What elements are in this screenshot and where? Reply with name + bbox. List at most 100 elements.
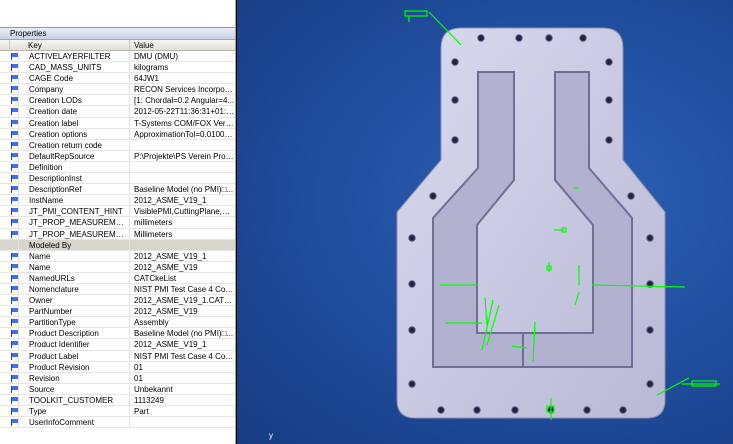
- property-row[interactable]: Company RECON Services Incorporated: [0, 84, 235, 96]
- property-row[interactable]: Name 2012_ASME_V19_1: [0, 250, 235, 262]
- property-value: NIST PMI Test Case 4 Comp...: [134, 284, 235, 294]
- property-row[interactable]: DefaultRepSource P:\Projekte\PS Verein Pr…: [0, 150, 235, 162]
- property-row[interactable]: JT_PROP_MEASUREMENT_... Millimeters: [0, 228, 235, 240]
- property-row[interactable]: Product Description Baseline Model (no PM…: [0, 328, 235, 340]
- property-flag-icon: [0, 417, 19, 428]
- property-key: CAD_MASS_UNITS: [19, 62, 130, 73]
- property-flag-icon: [0, 217, 19, 228]
- property-key: JT_PROP_MEASUREMENT_...: [19, 217, 130, 228]
- property-row[interactable]: Product Label NIST PMI Test Case 4 Comp..…: [0, 350, 235, 362]
- property-value: P:\Projekte\PS Verein Proje...: [134, 151, 235, 161]
- property-value: T-Systems COM/FOX Versio...: [134, 118, 235, 128]
- property-flag-icon: [0, 95, 19, 106]
- property-row[interactable]: Product Revision 01: [0, 361, 235, 373]
- property-row[interactable]: Creation options ApproximationTol=0.01000…: [0, 128, 235, 140]
- property-row[interactable]: ACTIVELAYERFILTER DMU (DMU): [0, 51, 235, 63]
- property-value: ApproximationTol=0.01000...: [134, 129, 235, 139]
- property-row[interactable]: InstName 2012_ASME_V19_1: [0, 195, 235, 207]
- property-flag-icon: [0, 394, 19, 405]
- property-flag-icon: [0, 161, 19, 173]
- property-value: Baseline Model (no PMI)□...: [134, 329, 234, 339]
- icon-column-header: [0, 40, 10, 50]
- property-value: 2012_ASME_V19: [134, 307, 198, 317]
- property-row[interactable]: Creation return code: [0, 139, 235, 151]
- property-value: 2012_ASME_V19: [134, 262, 198, 272]
- property-key: Creation LODs: [19, 95, 130, 106]
- property-value: [130, 162, 235, 172]
- property-flag-icon: [0, 51, 19, 62]
- property-value: Part: [134, 407, 149, 416]
- property-row[interactable]: CAD_MASS_UNITS kilograms: [0, 62, 235, 74]
- panel-title: Properties: [0, 28, 235, 40]
- property-rows: ACTIVELAYERFILTER DMU (DMU) CAD_MASS_UNITS…: [0, 51, 235, 429]
- property-row[interactable]: Name 2012_ASME_V19: [0, 261, 235, 273]
- bolt-hole: [515, 34, 523, 42]
- bolt-hole: [451, 96, 459, 104]
- key-column-header[interactable]: Key: [10, 40, 130, 50]
- bolt-hole: [477, 34, 485, 42]
- property-key: Product Label: [19, 350, 130, 361]
- property-group-row[interactable]: Modeled By: [0, 239, 235, 251]
- property-value: DMU (DMU): [134, 52, 178, 61]
- property-key: Product Description: [19, 328, 130, 339]
- property-flag-icon: [0, 372, 19, 383]
- property-key: DescriptionRef: [19, 184, 130, 195]
- value-column-header[interactable]: Value: [130, 40, 235, 50]
- bolt-hole: [545, 34, 553, 42]
- property-flag-icon: [0, 350, 19, 361]
- bolt-hole: [605, 96, 613, 104]
- property-row[interactable]: Owner 2012_ASME_V19_1.CATPart: [0, 295, 235, 307]
- property-row[interactable]: Nomenclature NIST PMI Test Case 4 Comp...: [0, 283, 235, 296]
- property-flag-icon: [0, 150, 19, 161]
- property-key: PartitionType: [19, 317, 130, 328]
- property-flag-icon: [0, 295, 19, 306]
- property-row[interactable]: Type Part: [0, 406, 235, 418]
- property-value: 64JW1: [134, 74, 159, 84]
- property-key: JT_PROP_MEASUREMENT_...: [19, 228, 130, 239]
- property-row[interactable]: DescriptionRef Baseline Model (no PMI)□..…: [0, 184, 235, 196]
- property-row[interactable]: Creation label T-Systems COM/FOX Versio..…: [0, 117, 235, 129]
- property-row[interactable]: JT_PMI_CONTENT_HINT VisiblePMI,CuttingPla…: [0, 206, 235, 218]
- property-key: Creation label: [19, 117, 130, 128]
- property-key: Definition: [19, 161, 130, 173]
- property-row[interactable]: PartitionType Assembly: [0, 317, 235, 329]
- property-flag-icon: [0, 128, 19, 139]
- bolt-hole: [408, 280, 416, 288]
- property-row[interactable]: NamedURLs CATCkeList: [0, 272, 235, 284]
- 3d-viewport[interactable]: y: [237, 0, 733, 444]
- column-header: Key Value: [0, 40, 235, 51]
- property-row[interactable]: UserInfoComment: [0, 417, 235, 429]
- property-row[interactable]: JT_PROP_MEASUREMENT_... millimeters: [0, 217, 235, 229]
- property-flag-icon: [0, 195, 19, 206]
- property-row[interactable]: Creation LODs [1: Chordal=0.2 Angular=4..…: [0, 95, 235, 107]
- property-value: kilograms: [134, 63, 169, 73]
- bolt-hole: [429, 192, 437, 200]
- property-row[interactable]: DescriptionInst: [0, 173, 235, 185]
- property-row[interactable]: Source Unbekannt: [0, 383, 235, 395]
- property-value: [130, 173, 235, 183]
- bolt-hole: [473, 406, 481, 414]
- property-key: CAGE Code: [19, 73, 130, 84]
- bolt-hole: [451, 58, 459, 66]
- property-value: 2012_ASME_V19_1.CATPart: [134, 296, 235, 306]
- property-flag-icon: [0, 261, 19, 272]
- property-key: Company: [19, 84, 130, 95]
- property-row[interactable]: CAGE Code 64JW1: [0, 73, 235, 85]
- property-key: Revision: [19, 372, 130, 383]
- property-flag-icon: [0, 62, 19, 73]
- property-row[interactable]: Product Identifier 2012_ASME_V19_1: [0, 339, 235, 351]
- property-flag-icon: [0, 206, 19, 217]
- bolt-hole: [605, 58, 613, 66]
- property-row[interactable]: PartNumber 2012_ASME_V19: [0, 306, 235, 318]
- property-value: Assembly: [134, 318, 169, 328]
- property-value: Baseline Model (no PMI)□...: [134, 185, 234, 195]
- property-row[interactable]: TOOLKIT_CUSTOMER 1113249: [0, 394, 235, 406]
- property-row[interactable]: Definition: [0, 161, 235, 174]
- property-value: 2012-05-22T11:36:31+01:00: [134, 107, 235, 117]
- property-row[interactable]: Revision 01: [0, 372, 235, 384]
- property-key: Creation date: [19, 106, 130, 117]
- property-key: PartNumber: [19, 306, 130, 317]
- bolt-hole: [451, 136, 459, 144]
- property-key: Source: [19, 383, 130, 394]
- property-row[interactable]: Creation date 2012-05-22T11:36:31+01:00: [0, 106, 235, 118]
